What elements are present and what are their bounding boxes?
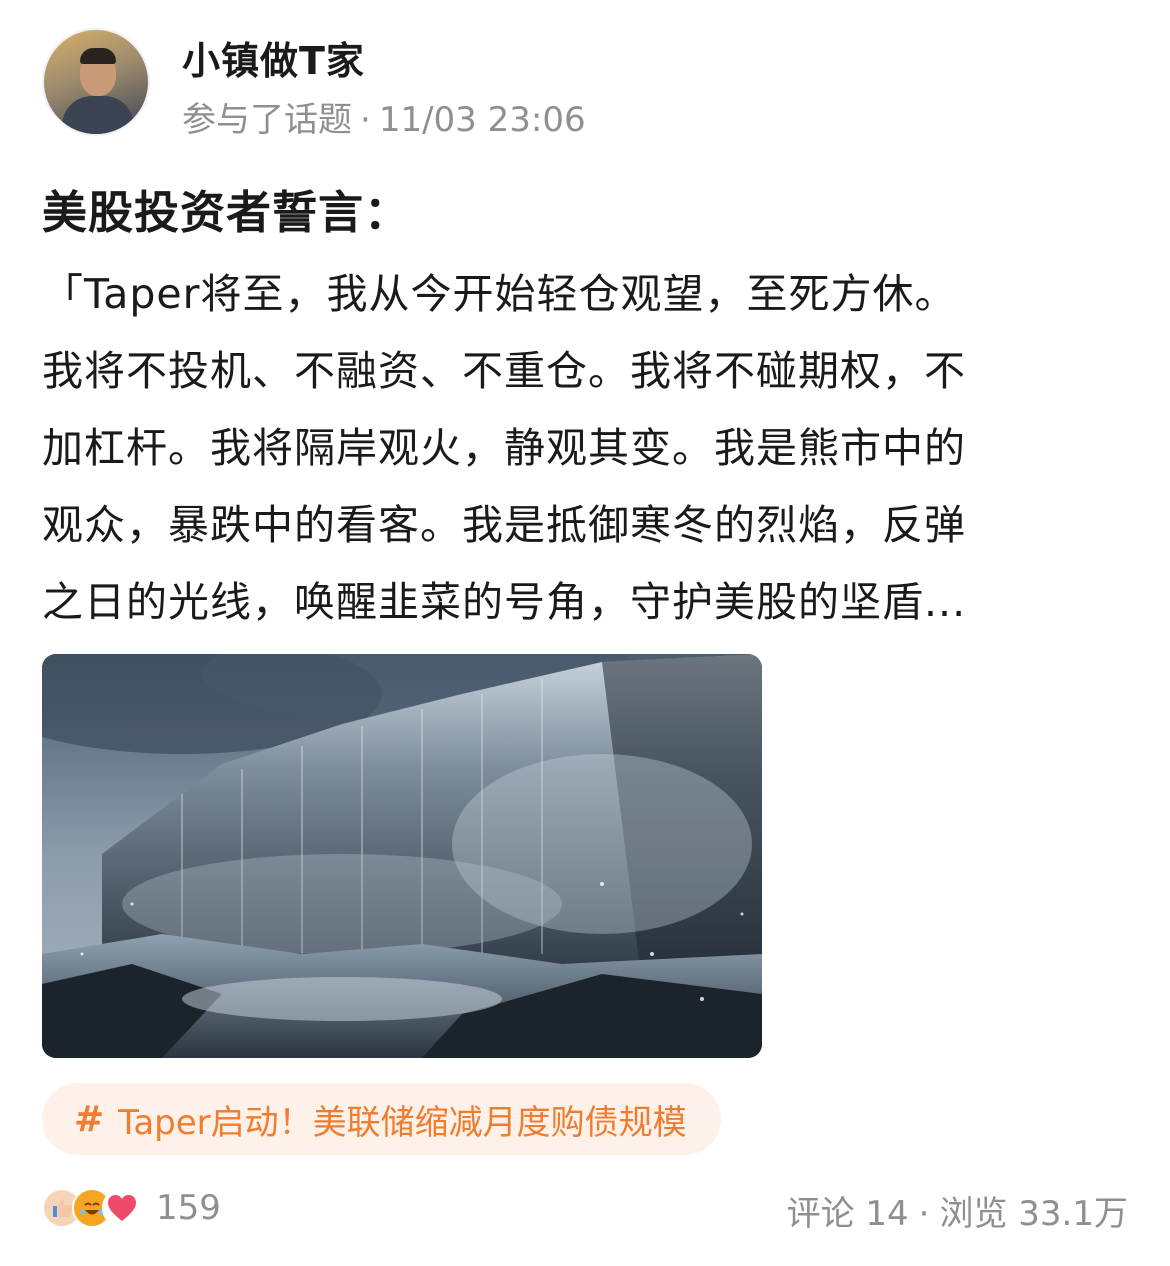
author-name[interactable]: 小镇做T家	[182, 30, 365, 85]
post-meta: 参与了话题 · 11/03 23:06	[182, 92, 586, 141]
meta-separator: ·	[360, 100, 371, 140]
reactions[interactable]: 159	[42, 1180, 221, 1236]
post-title: 美股投资者誓言：	[42, 186, 411, 239]
hashtag-icon: #	[74, 1098, 105, 1140]
thumbs-up-icon-shape	[53, 1199, 72, 1217]
post-stats: 评论 14 · 浏览 33.1万	[787, 1186, 1128, 1235]
post-header: 小镇做T家 参与了话题 · 11/03 23:06	[42, 28, 1132, 141]
reaction-count: 159	[156, 1188, 221, 1228]
topic-label: Taper启动！美联储缩减月度购债规模	[118, 1102, 687, 1143]
post-line: 加杠杆。我将隔岸观火，静观其变。我是熊市中的	[42, 424, 966, 472]
post-image[interactable]	[42, 654, 762, 1058]
post-footer: 159 评论 14 · 浏览 33.1万	[42, 1180, 1128, 1236]
heart-icon	[102, 1188, 142, 1228]
post-line: 观众，暴跌中的看客。我是抵御寒冬的烈焰，反弹	[42, 501, 966, 549]
views-count: 33.1万	[1018, 1194, 1128, 1234]
post-line: 之日的光线，唤醒韭菜的号角，守护美股的坚盾...	[42, 578, 967, 626]
stats-separator: ·	[918, 1194, 930, 1234]
post-line: 「Taper将至，我从今开始轻仓观望，至死方休。	[42, 270, 957, 318]
post-body[interactable]: 「Taper将至，我从今开始轻仓观望，至死方休。 我将不投机、不融资、不重仓。我…	[42, 256, 1128, 641]
avatar-body-shape	[62, 96, 134, 134]
avatar-hair-shape	[80, 48, 116, 64]
post-timestamp: 11/03 23:06	[378, 100, 586, 140]
topic-chip[interactable]: # Taper启动！美联储缩减月度购债规模	[42, 1083, 721, 1155]
avatar[interactable]	[42, 28, 150, 136]
comments-link[interactable]: 评论 14	[787, 1194, 909, 1234]
activity-text: 参与了话题	[182, 100, 352, 140]
comments-label: 评论	[786, 1194, 855, 1234]
heart-icon-shape	[108, 1195, 136, 1221]
views-label: 浏览	[939, 1194, 1008, 1234]
comments-count: 14	[865, 1194, 909, 1234]
ice-wall-illustration	[42, 654, 762, 1058]
post-line: 我将不投机、不融资、不重仓。我将不碰期权，不	[42, 347, 966, 395]
